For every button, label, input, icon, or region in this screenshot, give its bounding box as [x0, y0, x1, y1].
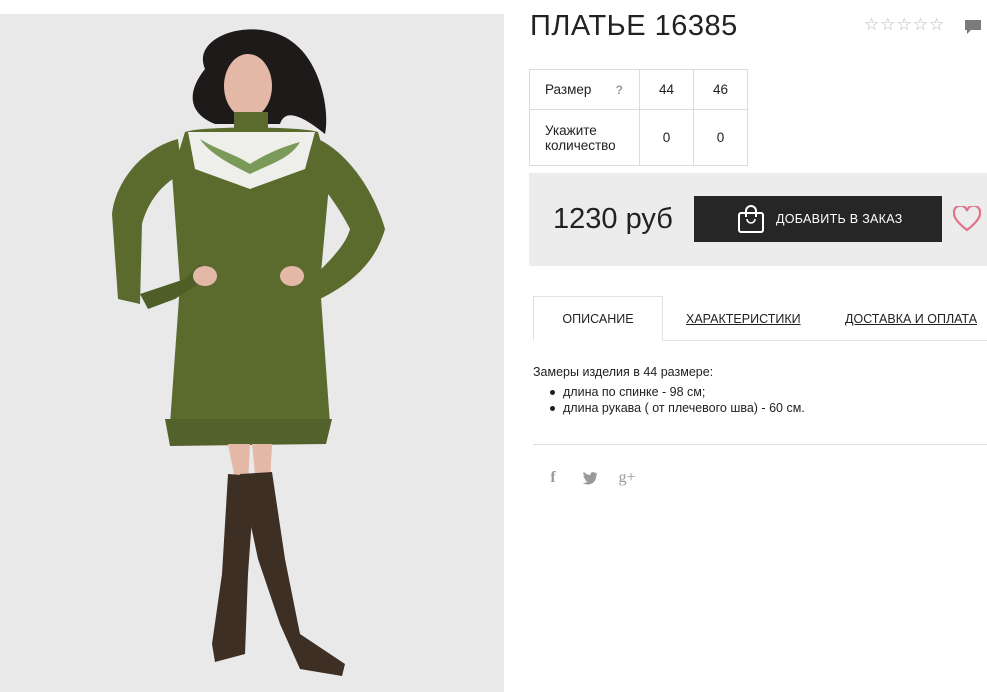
- description-list: длина по спинке - 98 см; длина рукава ( …: [550, 384, 805, 416]
- description-intro: Замеры изделия в 44 размере:: [533, 365, 714, 379]
- heart-icon[interactable]: [953, 206, 981, 232]
- add-to-order-button[interactable]: ДОБАВИТЬ В ЗАКАЗ: [694, 196, 942, 242]
- price: 1230 руб: [553, 203, 673, 235]
- star-icon[interactable]: ☆: [913, 16, 928, 34]
- twitter-icon[interactable]: [582, 471, 598, 485]
- size-table: Размер ? 44 46 Укажите количество 0 0: [529, 69, 748, 166]
- quantity-label-line2: количество: [545, 137, 616, 153]
- size-option-46: 46: [693, 69, 748, 110]
- product-tabs: ОПИСАНИЕ ХАРАКТЕРИСТИКИ ДОСТАВКА И ОПЛАТ…: [533, 296, 987, 341]
- product-image[interactable]: [0, 14, 504, 692]
- tab-delivery-payment[interactable]: ДОСТАВКА И ОПЛАТА: [845, 296, 977, 341]
- size-label-cell: Размер ?: [529, 69, 640, 110]
- quantity-label-cell: Укажите количество: [529, 109, 640, 166]
- section-divider: [533, 444, 987, 445]
- add-to-order-label: ДОБАВИТЬ В ЗАКАЗ: [776, 212, 903, 226]
- star-icon[interactable]: ☆: [880, 16, 895, 34]
- quantity-input-46[interactable]: 0: [693, 109, 748, 166]
- description-panel: Замеры изделия в 44 размере: длина по сп…: [533, 364, 805, 416]
- size-row: Размер ? 44 46: [529, 69, 748, 110]
- quantity-input-44[interactable]: 0: [639, 109, 694, 166]
- quantity-label-line1: Укажите: [545, 122, 597, 138]
- tab-characteristics[interactable]: ХАРАКТЕРИСТИКИ: [686, 296, 801, 341]
- quantity-row: Укажите количество 0 0: [529, 109, 748, 166]
- social-share: f g+: [544, 469, 636, 487]
- star-icon[interactable]: ☆: [864, 16, 879, 34]
- model-illustration: [0, 14, 504, 692]
- shopping-bag-icon: [738, 205, 764, 233]
- comment-icon[interactable]: [964, 19, 982, 35]
- star-icon[interactable]: ☆: [897, 16, 912, 34]
- buy-box: 1230 руб ДОБАВИТЬ В ЗАКАЗ: [529, 173, 987, 266]
- facebook-icon[interactable]: f: [544, 469, 562, 487]
- size-option-44: 44: [639, 69, 694, 110]
- list-item: длина рукава ( от плечевого шва) - 60 см…: [550, 400, 805, 416]
- size-label: Размер: [545, 82, 592, 97]
- tab-description[interactable]: ОПИСАНИЕ: [533, 296, 663, 341]
- star-icon[interactable]: ☆: [929, 16, 944, 34]
- rating-stars[interactable]: ☆ ☆ ☆ ☆ ☆: [864, 16, 944, 34]
- google-plus-icon[interactable]: g+: [618, 469, 636, 487]
- size-help-icon[interactable]: ?: [616, 83, 623, 97]
- product-title: ПЛАТЬЕ 16385: [530, 10, 738, 42]
- list-item: длина по спинке - 98 см;: [550, 384, 805, 400]
